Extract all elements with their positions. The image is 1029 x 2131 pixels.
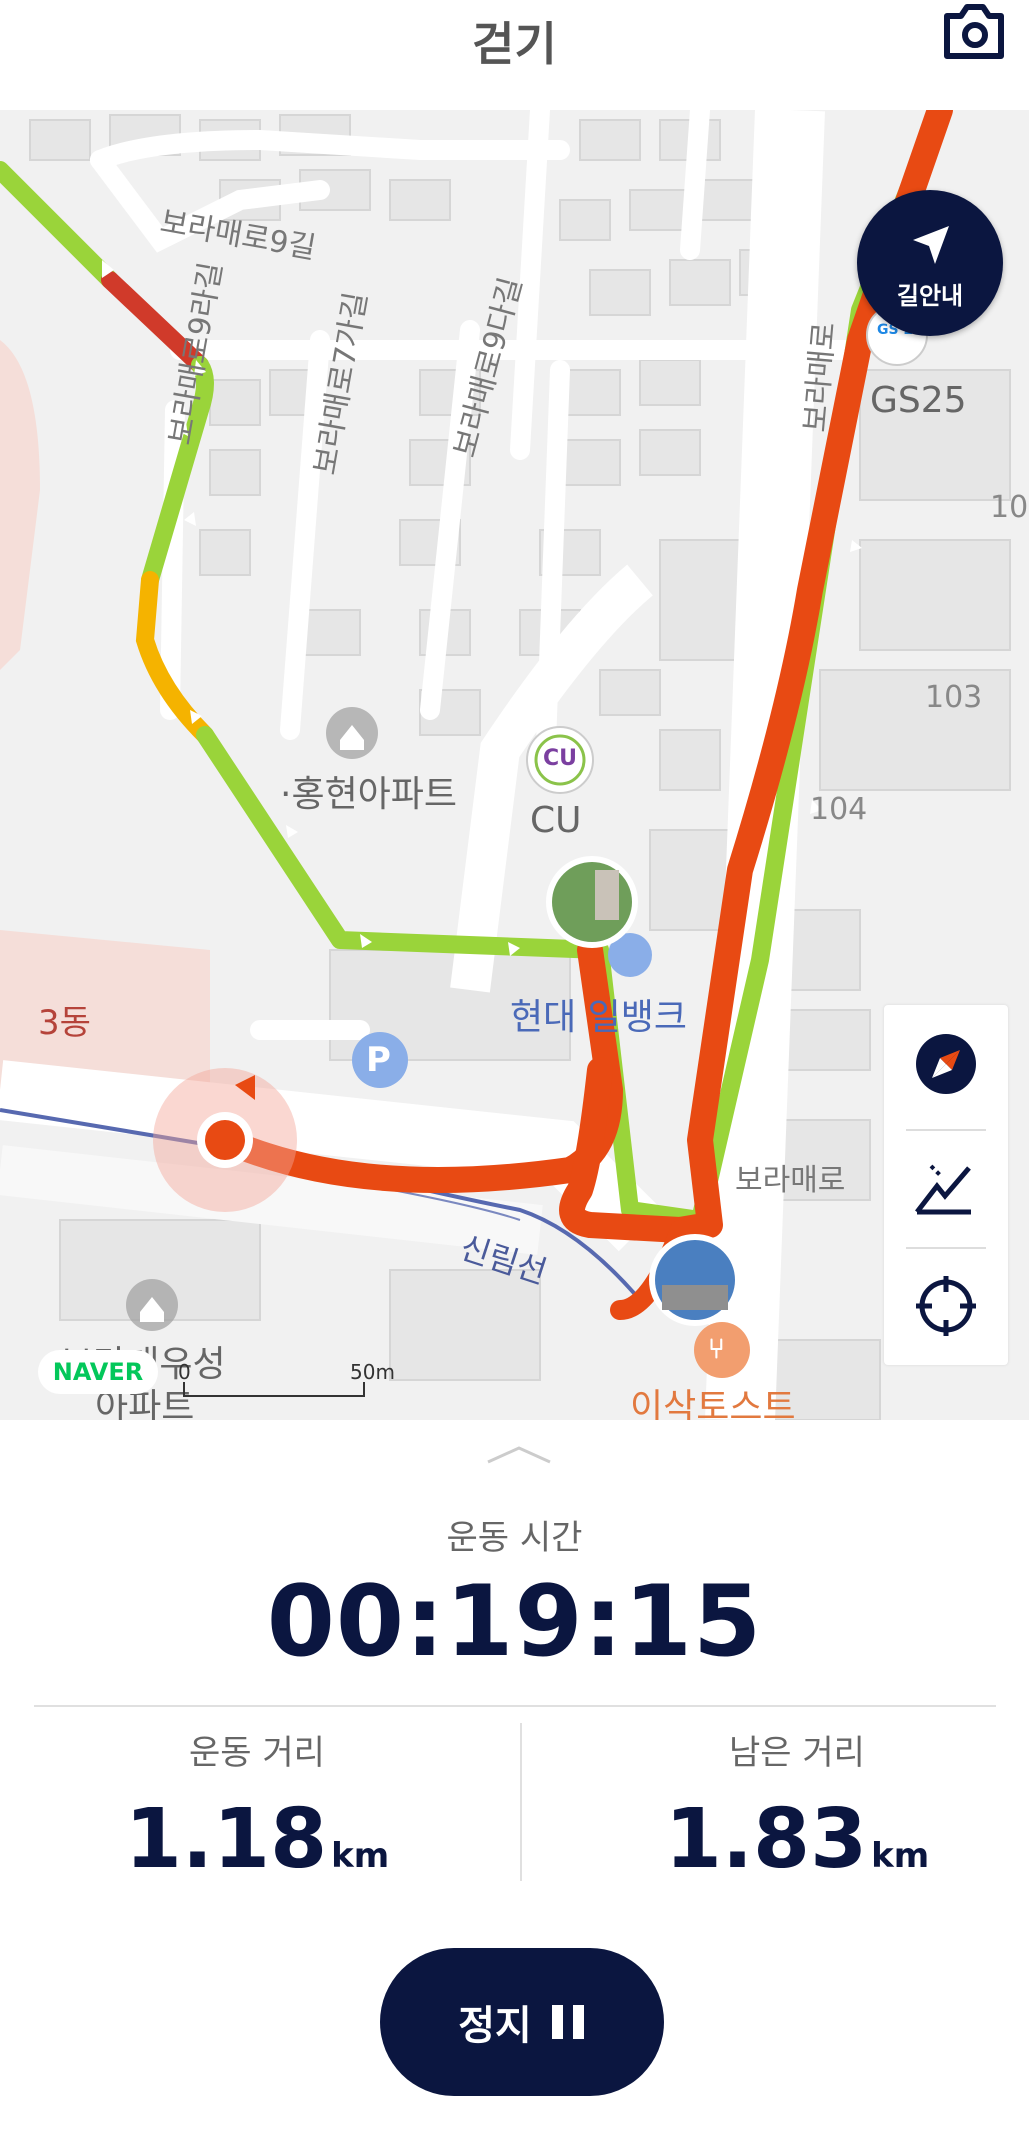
distance-value-row: 1.18 km bbox=[0, 1792, 514, 1887]
map-scale: 0 50m bbox=[178, 1360, 398, 1400]
workout-time-value: 00:19:15 bbox=[266, 1565, 763, 1679]
divider bbox=[520, 1723, 522, 1881]
navigation-arrow-icon bbox=[913, 226, 949, 264]
navigation-button[interactable]: 길안내 bbox=[857, 190, 1003, 336]
divider bbox=[34, 1705, 996, 1707]
distance-label: 운동 거리 bbox=[189, 1733, 325, 1773]
distance-value: 1.18 bbox=[124, 1792, 328, 1887]
remaining-stat: 남은 거리 1.83 km bbox=[540, 1725, 1029, 1887]
remaining-value: 1.83 bbox=[664, 1792, 868, 1887]
locate-button[interactable] bbox=[884, 1247, 1008, 1365]
chevron-up-icon[interactable] bbox=[484, 1442, 554, 1466]
workout-panel: 운동 시간 00:19:15 운동 거리 1.18 km 남은 거리 1.83 km… bbox=[0, 1420, 1029, 2131]
workout-time-label: 운동 시간 bbox=[446, 1518, 583, 1558]
crosshair-icon bbox=[916, 1276, 976, 1336]
building-number: 104 bbox=[810, 792, 868, 827]
naver-logo: NAVER bbox=[38, 1350, 158, 1394]
distance-unit: km bbox=[331, 1836, 390, 1876]
elevation-button[interactable] bbox=[884, 1127, 1008, 1245]
stop-button[interactable]: 정지 bbox=[380, 1948, 664, 2096]
street-label: 보라매로 bbox=[735, 1163, 846, 1198]
navigation-button-label: 길안내 bbox=[896, 282, 964, 310]
restaurant-label[interactable]: 이삭토스트 bbox=[630, 1378, 796, 1420]
gs25-label[interactable]: GS25 bbox=[870, 380, 967, 421]
cu-badge: CU bbox=[542, 746, 577, 771]
page-title: 걷기 bbox=[472, 17, 557, 71]
distance-stat: 운동 거리 1.18 km bbox=[0, 1725, 514, 1887]
map-view[interactable]: 보라매로9길 보라매로9라길 보라매로7가길 보라매로9다길 보라매로 보라매로… bbox=[0, 110, 1029, 1420]
elevation-icon bbox=[915, 1164, 971, 1215]
restaurant-icon: ⑂ bbox=[708, 1332, 725, 1365]
camera-button[interactable] bbox=[941, 0, 1007, 62]
top-bar: 걷기 bbox=[0, 0, 1029, 110]
compass-icon bbox=[916, 1034, 976, 1094]
remaining-unit: km bbox=[871, 1836, 930, 1876]
bank-label[interactable]: 현대 일뱅크 bbox=[510, 988, 687, 1040]
remaining-value-row: 1.83 km bbox=[540, 1792, 1029, 1887]
apartment-label[interactable]: ·홍현아파트 bbox=[280, 765, 457, 817]
scale-start: 0 bbox=[178, 1360, 191, 1384]
stop-button-label: 정지 bbox=[458, 2003, 532, 2049]
camera-icon bbox=[944, 4, 1004, 59]
scale-end: 50m bbox=[350, 1360, 395, 1384]
building-number: 103 bbox=[925, 680, 983, 715]
remaining-label: 남은 거리 bbox=[729, 1733, 865, 1773]
area-label: 3동 bbox=[38, 1003, 91, 1043]
cu-label[interactable]: CU bbox=[530, 800, 582, 841]
map-controls bbox=[884, 1005, 1008, 1365]
compass-button[interactable] bbox=[884, 1005, 1008, 1123]
parking-icon: P bbox=[366, 1040, 391, 1080]
building-number: 102 bbox=[990, 490, 1029, 525]
pause-icon bbox=[551, 2005, 584, 2039]
